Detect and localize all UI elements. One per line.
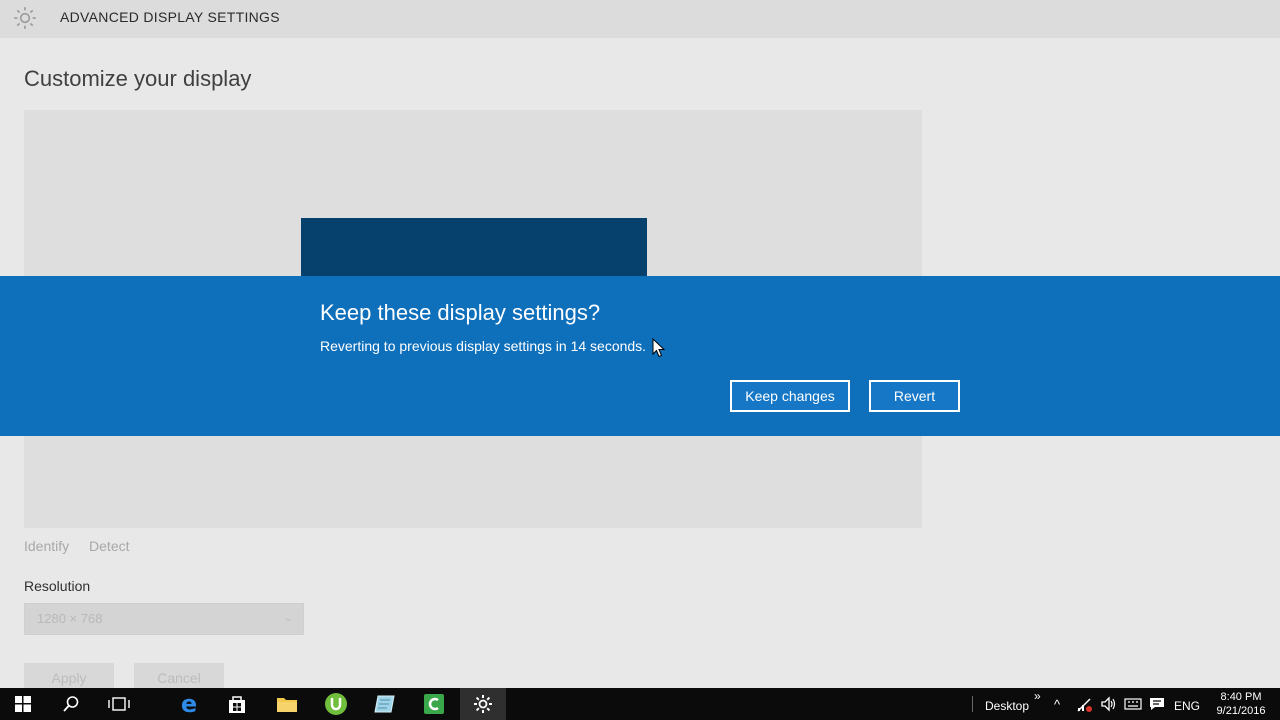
- gear-icon: [14, 7, 36, 29]
- clock-date: 9/21/2016: [1216, 705, 1266, 717]
- clock[interactable]: 8:40 PM 9/21/2016: [1208, 690, 1274, 718]
- utorrent-taskbar-button[interactable]: [313, 688, 359, 720]
- display-links: Identify Detect: [24, 538, 146, 554]
- edge-taskbar-button[interactable]: e: [166, 688, 212, 720]
- resolution-dropdown[interactable]: 1280 × 768 ⌄: [24, 603, 304, 635]
- volume-icon[interactable]: [1100, 696, 1118, 712]
- title-bar: ADVANCED DISPLAY SETTINGS: [0, 0, 1280, 38]
- search-icon: [63, 696, 79, 712]
- toolbar-divider: [972, 696, 973, 712]
- camtasia-icon: [424, 694, 444, 714]
- task-view-icon: [108, 697, 130, 711]
- camtasia-taskbar-button[interactable]: [411, 688, 457, 720]
- edge-icon: e: [180, 690, 198, 718]
- action-center-icon[interactable]: [1148, 696, 1166, 712]
- file-explorer-taskbar-button[interactable]: [264, 688, 310, 720]
- confirmation-banner: Keep these display settings? Reverting t…: [0, 276, 1280, 436]
- store-icon: [229, 696, 245, 713]
- revert-button[interactable]: Revert: [869, 380, 960, 412]
- mouse-cursor-icon: [652, 338, 666, 358]
- store-taskbar-button[interactable]: [214, 688, 260, 720]
- windows-logo-icon: [15, 696, 31, 712]
- language-indicator[interactable]: ENG: [1174, 699, 1200, 713]
- network-icon[interactable]: [1076, 697, 1094, 713]
- detect-link[interactable]: Detect: [89, 538, 129, 554]
- page-title: Customize your display: [24, 66, 252, 91]
- settings-icon: [474, 695, 492, 713]
- chevron-down-icon: ⌄: [283, 612, 293, 624]
- dialog-message: Reverting to previous display settings i…: [320, 338, 647, 354]
- file-explorer-icon: [277, 698, 297, 712]
- dialog-title: Keep these display settings?: [320, 300, 601, 325]
- desktop-toolbar[interactable]: Desktop: [985, 699, 1029, 713]
- toolbar-overflow-icon[interactable]: »: [1034, 689, 1041, 703]
- window-title: ADVANCED DISPLAY SETTINGS: [60, 9, 280, 25]
- start-button[interactable]: [0, 688, 46, 720]
- taskbar: e Desktop » ^ ENG 8:40 PM 9/21/2016: [0, 688, 1280, 720]
- keep-changes-button[interactable]: Keep changes: [730, 380, 850, 412]
- task-view-button[interactable]: [96, 688, 142, 720]
- resolution-label: Resolution: [24, 578, 91, 594]
- resolution-value: 1280 × 768: [37, 611, 103, 626]
- search-button[interactable]: [48, 688, 94, 720]
- clock-time: 8:40 PM: [1220, 691, 1262, 703]
- keyboard-icon[interactable]: [1124, 697, 1142, 711]
- notepad-taskbar-button[interactable]: [362, 688, 408, 720]
- chevron-up-icon[interactable]: ^: [1054, 697, 1060, 712]
- settings-taskbar-button[interactable]: [460, 688, 506, 720]
- notepad-icon: [374, 695, 395, 713]
- utorrent-icon: [325, 693, 347, 715]
- monitor-tile[interactable]: [301, 218, 647, 278]
- identify-link[interactable]: Identify: [24, 538, 69, 554]
